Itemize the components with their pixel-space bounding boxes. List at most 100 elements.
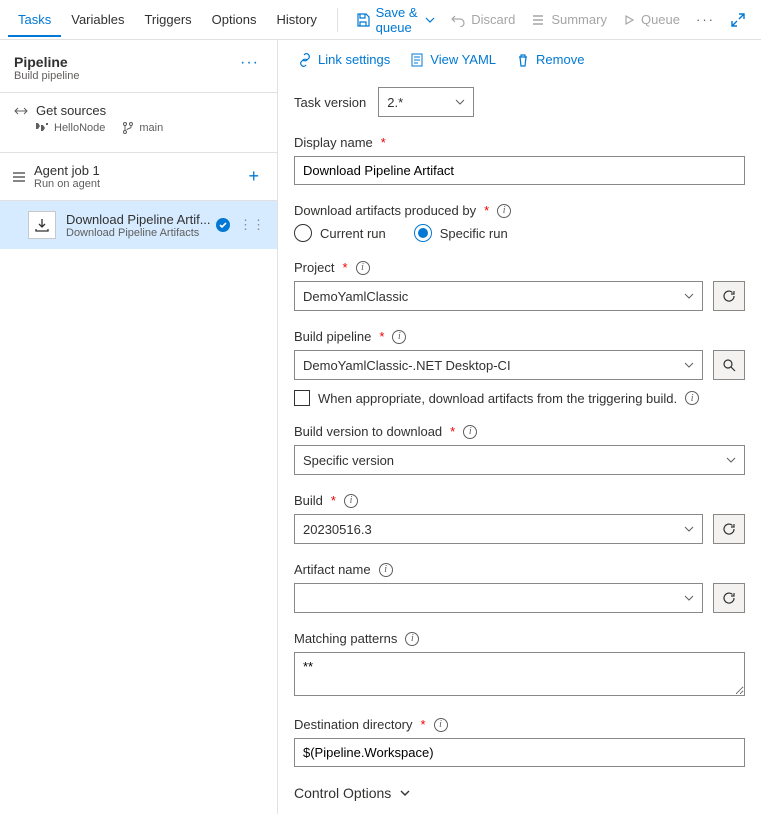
chevron-down-icon: [726, 455, 736, 465]
check-icon: [215, 217, 231, 233]
chevron-down-icon: [684, 291, 694, 301]
radio-current-run[interactable]: Current run: [294, 224, 386, 242]
yaml-icon: [410, 53, 424, 67]
display-name-input[interactable]: [294, 156, 745, 185]
queue-label: Queue: [641, 12, 680, 27]
info-icon[interactable]: i: [344, 494, 358, 508]
pipeline-sub: Build pipeline: [14, 70, 236, 82]
pipeline-title: Pipeline: [14, 54, 236, 70]
expand-icon: [731, 13, 745, 27]
build-version-label: Build version to download: [294, 424, 442, 439]
refresh-artifact-button[interactable]: [713, 583, 745, 613]
repo-icon: [36, 123, 48, 133]
info-icon[interactable]: i: [497, 204, 511, 218]
info-icon[interactable]: i: [379, 563, 393, 577]
divider: [337, 8, 338, 32]
job-icon: [12, 170, 26, 184]
info-icon[interactable]: i: [356, 261, 370, 275]
chevron-down-icon: [399, 787, 411, 799]
view-yaml-label: View YAML: [430, 52, 496, 67]
save-icon: [356, 13, 370, 27]
build-label: Build: [294, 493, 323, 508]
refresh-icon: [722, 289, 736, 303]
build-version-value: Specific version: [303, 453, 394, 468]
link-settings-label: Link settings: [318, 52, 390, 67]
task-title: Download Pipeline Artif...: [66, 212, 215, 227]
remove-button[interactable]: Remove: [516, 52, 584, 67]
refresh-project-button[interactable]: [713, 281, 745, 311]
info-icon[interactable]: i: [463, 425, 477, 439]
save-queue-label: Save & queue: [376, 5, 420, 35]
produced-by-label: Download artifacts produced by: [294, 203, 476, 218]
tab-tasks[interactable]: Tasks: [8, 2, 61, 37]
search-pipeline-button[interactable]: [713, 350, 745, 380]
download-artifact-icon: [28, 211, 56, 239]
radio-specific-run-label: Specific run: [440, 226, 508, 241]
chevron-down-icon: [684, 360, 694, 370]
view-yaml-button[interactable]: View YAML: [410, 52, 496, 67]
branch-indicator: main: [123, 122, 163, 134]
info-icon[interactable]: i: [685, 391, 699, 405]
radio-specific-run[interactable]: Specific run: [414, 224, 508, 242]
summary-label: Summary: [551, 12, 607, 27]
display-name-label: Display name: [294, 135, 373, 150]
build-pipeline-label: Build pipeline: [294, 329, 371, 344]
branch-icon: [123, 122, 133, 134]
sources-title: Get sources: [36, 103, 106, 118]
search-icon: [722, 358, 736, 372]
chevron-down-icon: [425, 15, 435, 25]
discard-button[interactable]: Discard: [443, 6, 523, 33]
build-pipeline-value: DemoYamlClassic-.NET Desktop-CI: [303, 358, 511, 373]
artifact-select[interactable]: [294, 583, 703, 613]
info-icon[interactable]: i: [392, 330, 406, 344]
job-title: Agent job 1: [34, 163, 242, 178]
sources-icon: [14, 104, 28, 118]
tab-history[interactable]: History: [266, 2, 326, 37]
tab-options[interactable]: Options: [202, 2, 267, 37]
info-icon[interactable]: i: [434, 718, 448, 732]
drag-handle[interactable]: ⋮⋮: [237, 217, 267, 233]
task-version-select[interactable]: 2.*: [378, 87, 474, 117]
pipeline-more-button[interactable]: ···: [236, 54, 263, 72]
build-version-select[interactable]: Specific version: [294, 445, 745, 475]
build-value: 20230516.3: [303, 522, 372, 537]
save-queue-button[interactable]: Save & queue: [348, 0, 444, 41]
control-options-label: Control Options: [294, 785, 391, 801]
patterns-textarea[interactable]: [294, 652, 745, 696]
trash-icon: [516, 53, 530, 67]
play-icon: [623, 14, 635, 26]
remove-label: Remove: [536, 52, 584, 67]
chevron-down-icon: [455, 97, 465, 107]
dest-dir-input[interactable]: [294, 738, 745, 767]
queue-button[interactable]: Queue: [615, 6, 688, 33]
get-sources-item[interactable]: Get sources HelloNode main: [0, 93, 277, 142]
radio-current-run-label: Current run: [320, 226, 386, 241]
fullscreen-button[interactable]: [723, 7, 753, 33]
build-pipeline-select[interactable]: DemoYamlClassic-.NET Desktop-CI: [294, 350, 703, 380]
add-task-button[interactable]: +: [242, 166, 265, 187]
list-icon: [531, 13, 545, 27]
link-settings-button[interactable]: Link settings: [298, 52, 390, 67]
tab-triggers[interactable]: Triggers: [134, 2, 201, 37]
triggering-build-checkbox[interactable]: [294, 390, 310, 406]
project-value: DemoYamlClassic: [303, 289, 408, 304]
triggering-build-label: When appropriate, download artifacts fro…: [318, 391, 677, 406]
build-select[interactable]: 20230516.3: [294, 514, 703, 544]
refresh-icon: [722, 522, 736, 536]
agent-job-item[interactable]: Agent job 1 Run on agent +: [0, 152, 277, 201]
tab-variables[interactable]: Variables: [61, 2, 134, 37]
chevron-down-icon: [684, 593, 694, 603]
refresh-build-button[interactable]: [713, 514, 745, 544]
task-version-value: 2.*: [387, 95, 403, 110]
patterns-label: Matching patterns: [294, 631, 397, 646]
project-select[interactable]: DemoYamlClassic: [294, 281, 703, 311]
artifact-label: Artifact name: [294, 562, 371, 577]
refresh-icon: [722, 591, 736, 605]
task-item-selected[interactable]: Download Pipeline Artif... Download Pipe…: [0, 201, 277, 249]
task-sub: Download Pipeline Artifacts: [66, 227, 215, 239]
more-button[interactable]: ···: [688, 6, 723, 33]
control-options-section[interactable]: Control Options: [294, 785, 745, 801]
info-icon[interactable]: i: [405, 632, 419, 646]
job-sub: Run on agent: [34, 178, 242, 190]
summary-button[interactable]: Summary: [523, 6, 615, 33]
